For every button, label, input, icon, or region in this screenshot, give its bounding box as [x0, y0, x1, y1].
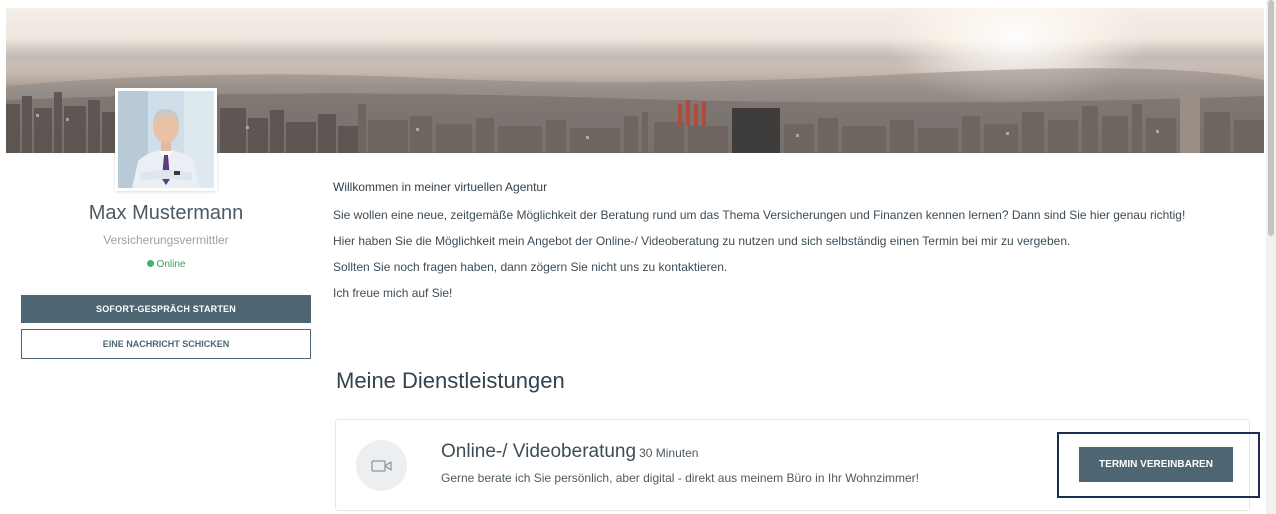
welcome-heading: Willkommen in meiner virtuellen Agentur	[333, 180, 548, 194]
service-name: Online-/ Videoberatung	[441, 441, 637, 462]
intro-paragraph: Ich freue mich auf Sie!	[333, 286, 453, 300]
scrollbar-thumb[interactable]	[1268, 0, 1274, 236]
send-message-button[interactable]: EINE NACHRICHT SCHICKEN	[21, 329, 311, 359]
services-heading: Meine Dienstleistungen	[336, 368, 565, 393]
online-dot-icon	[146, 260, 154, 267]
video-camera-icon	[356, 440, 407, 491]
start-call-button[interactable]: SOFORT-GESPRÄCH STARTEN	[21, 295, 311, 323]
intro-paragraph: Sie wollen eine neue, zeitgemäße Möglich…	[333, 208, 1186, 222]
advisor-role: Versicherungsvermittler	[103, 233, 229, 247]
service-description: Gerne berate ich Sie persönlich, aber di…	[441, 471, 919, 485]
status-label: Online	[156, 259, 186, 270]
advisor-name: Max Mustermann	[88, 202, 244, 224]
book-appointment-button[interactable]: TERMIN VEREINBAREN	[1079, 447, 1233, 482]
advisor-photo	[118, 91, 214, 188]
intro-paragraph: Sollten Sie noch fragen haben, dann zöge…	[333, 260, 728, 274]
service-title: Online-/ Videoberatung 30 Minuten	[441, 441, 698, 463]
intro-paragraph: Hier haben Sie die Möglichkeit mein Ange…	[333, 234, 1071, 248]
status-indicator: Online	[20, 259, 312, 270]
page-scrollbar[interactable]	[1266, 0, 1276, 514]
service-duration: 30 Minuten	[639, 446, 699, 460]
avatar	[115, 88, 217, 191]
intro-section: Willkommen in meiner virtuellen Agentur …	[333, 180, 1253, 311]
